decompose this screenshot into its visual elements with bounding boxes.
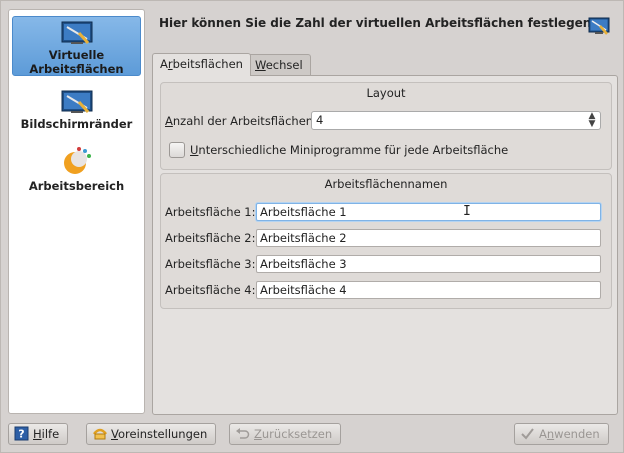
- desktop-4-name-text[interactable]: [257, 282, 600, 298]
- desktop-4-name-input[interactable]: [256, 281, 601, 299]
- different-widgets-checkbox[interactable]: [169, 142, 185, 158]
- workspace-icon: [63, 147, 91, 174]
- desktop-3-name-text[interactable]: [257, 256, 600, 272]
- desktop-1-name-input[interactable]: I: [256, 203, 601, 221]
- page-title: Hier können Sie die Zahl der virtuellen …: [159, 16, 592, 30]
- desktop-names-group: Arbeitsflächennamen Arbeitsfläche 1: I A…: [160, 173, 612, 309]
- undo-icon: [236, 428, 250, 439]
- spin-arrows-icon[interactable]: ▲ ▼: [587, 112, 597, 129]
- desktop-2-name-text[interactable]: [257, 230, 600, 246]
- desktop-count-value: 4: [316, 113, 324, 127]
- help-button[interactable]: ? Hilfe: [8, 423, 69, 445]
- desktop-2-label: Arbeitsfläche 2:: [165, 231, 256, 245]
- tab-label: Arbeitsflächen: [160, 57, 243, 71]
- virtual-desktops-icon: [61, 21, 92, 45]
- sidebar-item-workspace[interactable]: Arbeitsbereich: [12, 146, 141, 193]
- group-title: Layout: [366, 86, 406, 100]
- text-cursor-icon: I: [463, 204, 471, 219]
- button-label: Voreinstellungen: [111, 427, 208, 441]
- check-icon: [521, 428, 534, 440]
- help-icon: ?: [14, 426, 29, 441]
- desktop-4-label: Arbeitsfläche 4:: [165, 283, 256, 297]
- settings-window: Virtuelle Arbeitsflächen Bildschirmrände…: [0, 0, 624, 453]
- button-label: Hilfe: [33, 427, 60, 441]
- virtual-desktops-icon: [588, 17, 610, 35]
- desktop-count-spinbox[interactable]: 4 ▲ ▼: [311, 111, 601, 130]
- sidebar-item-screen-edges[interactable]: Bildschirmränder: [12, 90, 141, 131]
- svg-text:?: ?: [18, 428, 24, 441]
- group-title: Arbeitsflächennamen: [324, 177, 448, 191]
- sidebar-item-virtual-desktops[interactable]: Virtuelle Arbeitsflächen: [12, 16, 141, 76]
- tab-label: Wechsel: [255, 58, 303, 72]
- desktop-1-label: Arbeitsfläche 1:: [165, 205, 256, 219]
- apply-button[interactable]: Anwenden: [514, 423, 609, 445]
- sidebar: Virtuelle Arbeitsflächen Bildschirmrände…: [8, 9, 145, 414]
- tab-panel: Layout Anzahl der Arbeitsflächen: 4 ▲ ▼ U…: [152, 75, 618, 415]
- defaults-button[interactable]: Voreinstellungen: [86, 423, 217, 445]
- tab-switching[interactable]: Wechsel: [247, 54, 311, 75]
- sidebar-item-label: Arbeitsbereich: [28, 179, 125, 193]
- button-label: Zurücksetzen: [254, 427, 333, 441]
- desktop-3-label: Arbeitsfläche 3:: [165, 257, 256, 271]
- reset-button[interactable]: Zurücksetzen: [229, 423, 342, 445]
- different-widgets-label[interactable]: Unterschiedliche Miniprogramme für jede …: [190, 143, 508, 157]
- desktop-1-name-text[interactable]: [257, 204, 600, 220]
- tab-desktops[interactable]: Arbeitsflächen: [152, 53, 251, 76]
- sidebar-item-label: Bildschirmränder: [20, 117, 133, 131]
- screen-edges-icon: [61, 90, 92, 114]
- defaults-icon: [93, 428, 107, 440]
- button-label: Anwenden: [539, 427, 600, 441]
- sidebar-item-label: Arbeitsflächen: [29, 62, 124, 76]
- desktop-count-label: Anzahl der Arbeitsflächen:: [165, 114, 317, 128]
- desktop-2-name-input[interactable]: [256, 229, 601, 247]
- desktop-3-name-input[interactable]: [256, 255, 601, 273]
- sidebar-item-label: Virtuelle: [48, 48, 105, 62]
- layout-group: Layout Anzahl der Arbeitsflächen: 4 ▲ ▼ U…: [160, 82, 612, 170]
